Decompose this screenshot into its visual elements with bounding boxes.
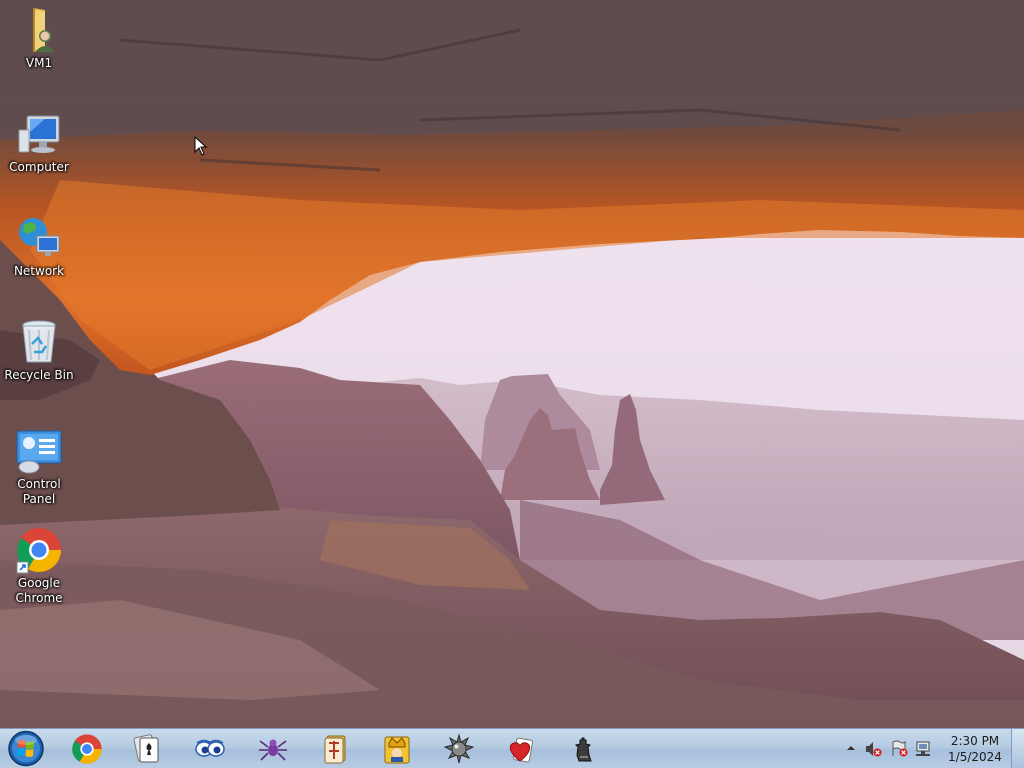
desktop-icon-label: VM1 (25, 56, 53, 70)
mouse-cursor-icon (194, 136, 208, 156)
purble-place-icon (195, 739, 225, 757)
taskbar-pin-minesweeper[interactable] (432, 731, 486, 767)
desktop-icon-control-panel[interactable]: Control Panel (0, 427, 78, 507)
taskbar-pin-mahjong[interactable] (308, 731, 362, 767)
computer-icon (18, 115, 60, 153)
desktop-icon-label: Recycle Bin (4, 368, 74, 382)
chrome-icon (16, 528, 61, 574)
desktop-icon-vm1[interactable]: VM1 (0, 6, 78, 71)
taskbar-pin-solitaire[interactable] (120, 731, 174, 767)
spider-solitaire-icon (259, 739, 287, 761)
control-panel-icon (16, 430, 62, 474)
desktop-icon-label: Network (13, 264, 65, 278)
clock-date: 1/5/2024 (948, 750, 1002, 764)
taskbar-pin-chrome[interactable] (60, 731, 114, 767)
taskbar-pin-hearts[interactable] (494, 731, 548, 767)
taskbar-pin-spider-solitaire[interactable] (246, 731, 300, 767)
desktop-icon-label: Google Chrome (15, 576, 63, 605)
taskbar-pin-chess[interactable] (556, 731, 610, 767)
show-desktop-button[interactable] (1011, 729, 1024, 768)
hearts-icon (509, 737, 533, 763)
volume-muted-icon[interactable] (864, 740, 882, 758)
minesweeper-icon (443, 733, 475, 764)
chess-icon (575, 737, 592, 762)
network-disconnected-icon[interactable] (914, 740, 932, 758)
chrome-icon (72, 734, 102, 764)
taskbar-pin-purble-place[interactable] (183, 731, 237, 767)
user-folder-icon (33, 8, 55, 52)
solitaire-icon (133, 734, 159, 763)
desktop[interactable]: VM1 Computer Network Recycle Bin Control… (0, 0, 1024, 728)
action-center-icon[interactable] (890, 740, 908, 758)
show-hidden-icons-icon[interactable] (845, 740, 857, 756)
desktop-icon-label: Control Panel (17, 477, 61, 506)
start-button[interactable] (6, 730, 46, 767)
freecell-icon (384, 736, 410, 764)
taskbar-pin-freecell[interactable] (370, 731, 424, 767)
network-icon (19, 218, 60, 256)
taskbar: 2:30 PM 1/5/2024 (0, 728, 1024, 768)
desktop-icon-computer[interactable]: Computer (0, 110, 78, 175)
mahjong-icon (324, 735, 346, 764)
clock-time: 2:30 PM (950, 734, 1000, 748)
desktop-icon-recycle-bin[interactable]: Recycle Bin (0, 318, 78, 383)
desktop-wallpaper (0, 0, 1024, 728)
desktop-icon-google-chrome[interactable]: Google Chrome (0, 526, 78, 606)
desktop-icon-label: Computer (9, 160, 69, 174)
recycle-bin-icon (22, 320, 56, 363)
desktop-icon-network[interactable]: Network (0, 214, 78, 279)
taskbar-clock[interactable]: 2:30 PM 1/5/2024 (938, 733, 1012, 765)
